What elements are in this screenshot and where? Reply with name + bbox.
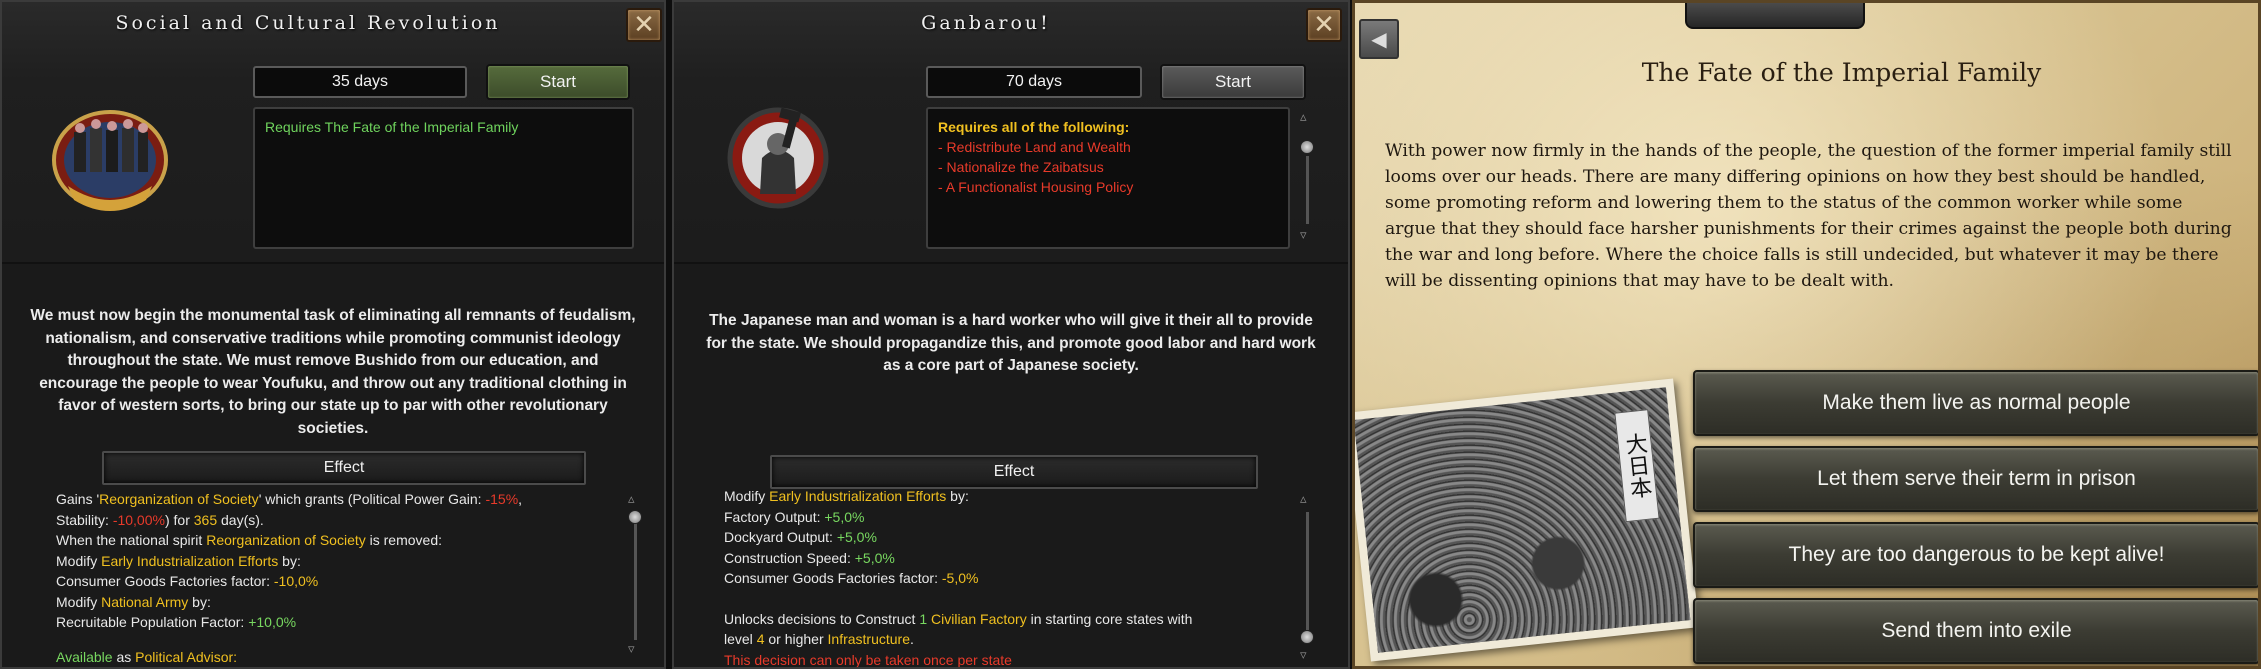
effect-line: Stability: -10,00%) for 365 day(s). xyxy=(56,511,264,528)
effect-line: Available as Political Advisor: xyxy=(56,648,238,665)
effect-line: Modify National Army by: xyxy=(56,593,211,610)
scrollbar-track[interactable] xyxy=(634,512,637,640)
event-window: ◀ The Fate of the Imperial Family With p… xyxy=(1352,0,2261,669)
scroll-up-icon[interactable]: ▵ xyxy=(1300,110,1307,125)
requirement-item: - A Functionalist Housing Policy xyxy=(938,179,1134,195)
scroll-up-icon[interactable]: ▵ xyxy=(1300,492,1307,507)
focus-description: We must now begin the monumental task of… xyxy=(30,307,636,437)
scrollbar-thumb[interactable] xyxy=(1300,140,1314,154)
focus-panel-ganbarou: Ganbarou! ✕ 70 days Start Requires all o… xyxy=(672,0,1350,669)
scrollbar-track[interactable] xyxy=(1306,512,1309,630)
effect-line: Consumer Goods Factories factor: -5,0% xyxy=(724,570,979,586)
scroll-down-icon[interactable]: ▿ xyxy=(628,642,635,657)
paper-clip xyxy=(1685,3,1865,29)
option-button-2[interactable]: Let them serve their term in prison xyxy=(1693,446,2258,512)
start-button[interactable]: Start xyxy=(1160,64,1306,100)
effect-line: Construction Speed: +5,0% xyxy=(724,549,895,566)
effect-line: Dockyard Output: +5,0% xyxy=(724,529,877,545)
crowd-image: 大日本 xyxy=(1355,387,1691,653)
effect-header: Effect xyxy=(770,455,1258,489)
close-button[interactable]: ✕ xyxy=(626,8,662,42)
focus-panel-social-revolution: Social and Cultural Revolution ✕ 35 days… xyxy=(0,0,666,669)
scroll-up-icon[interactable]: ▵ xyxy=(628,492,635,507)
effect-line: Consumer Goods Factories factor: -10,0% xyxy=(56,573,319,589)
effect-line: When the national spirit Reorganization … xyxy=(56,532,442,548)
effect-line: Gains 'Reorganization of Society' which … xyxy=(56,491,523,507)
option-button-3[interactable]: They are too dangerous to be kept alive! xyxy=(1693,522,2258,588)
scrollbar-thumb[interactable] xyxy=(628,510,642,524)
effect-line: Modify Early Industrialization Efforts b… xyxy=(56,552,301,569)
effect-line: Unlocks decisions to Construct 1 Civilia… xyxy=(724,610,1193,627)
effects-list: Modify Early Industrialization Efforts b… xyxy=(724,486,1314,668)
option-button-1[interactable]: Make them live as normal people xyxy=(1693,370,2258,436)
effect-line: This decision can only be taken once per… xyxy=(724,651,1012,668)
effect-line: level 4 or higher Infrastructure. xyxy=(724,631,914,647)
panel-title: Ganbarou! xyxy=(921,12,1051,34)
requirement-item: - Redistribute Land and Wealth xyxy=(938,139,1131,155)
scrollbar-track[interactable] xyxy=(1306,156,1309,224)
focus-emblem-icon xyxy=(52,110,168,211)
back-button[interactable]: ◀ xyxy=(1359,19,1399,59)
requirements-box: Requires The Fate of the Imperial Family xyxy=(253,107,634,249)
event-description: With power now firmly in the hands of th… xyxy=(1385,141,2232,291)
focus-description: The Japanese man and woman is a hard wor… xyxy=(706,312,1316,374)
photo-banner: 大日本 xyxy=(1614,409,1660,523)
close-button[interactable]: ✕ xyxy=(1306,8,1342,42)
focus-emblem-icon xyxy=(727,107,829,209)
requirement-header: Requires all of the following: xyxy=(938,119,1130,135)
requirement-text: Requires The Fate of the Imperial Family xyxy=(265,119,519,135)
scrollbar-thumb[interactable] xyxy=(1300,630,1314,644)
effect-line: Recruitable Population Factor: +10,0% xyxy=(56,614,297,630)
effect-line: Factory Output: +5,0% xyxy=(724,508,865,525)
close-icon: ✕ xyxy=(633,10,655,40)
effects-list: Gains 'Reorganization of Society' which … xyxy=(56,489,631,667)
start-button[interactable]: Start xyxy=(486,64,630,100)
event-photo: 大日本 xyxy=(1355,378,1700,662)
event-title: The Fate of the Imperial Family xyxy=(1641,58,2042,87)
arrow-left-icon: ◀ xyxy=(1371,27,1387,51)
duration-field: 35 days xyxy=(253,66,467,98)
duration-field: 70 days xyxy=(926,66,1142,98)
scroll-down-icon[interactable]: ▿ xyxy=(1300,648,1307,663)
close-icon: ✕ xyxy=(1313,10,1335,40)
option-button-4[interactable]: Send them into exile xyxy=(1693,598,2258,664)
effect-line: Modify Early Industrialization Efforts b… xyxy=(724,488,969,504)
scroll-down-icon[interactable]: ▿ xyxy=(1300,228,1307,243)
effect-header: Effect xyxy=(102,451,586,485)
panel-title: Social and Cultural Revolution xyxy=(115,12,501,34)
requirement-item: - Nationalize the Zaibatsus xyxy=(938,159,1104,175)
requirements-box: Requires all of the following: - Redistr… xyxy=(926,107,1290,249)
